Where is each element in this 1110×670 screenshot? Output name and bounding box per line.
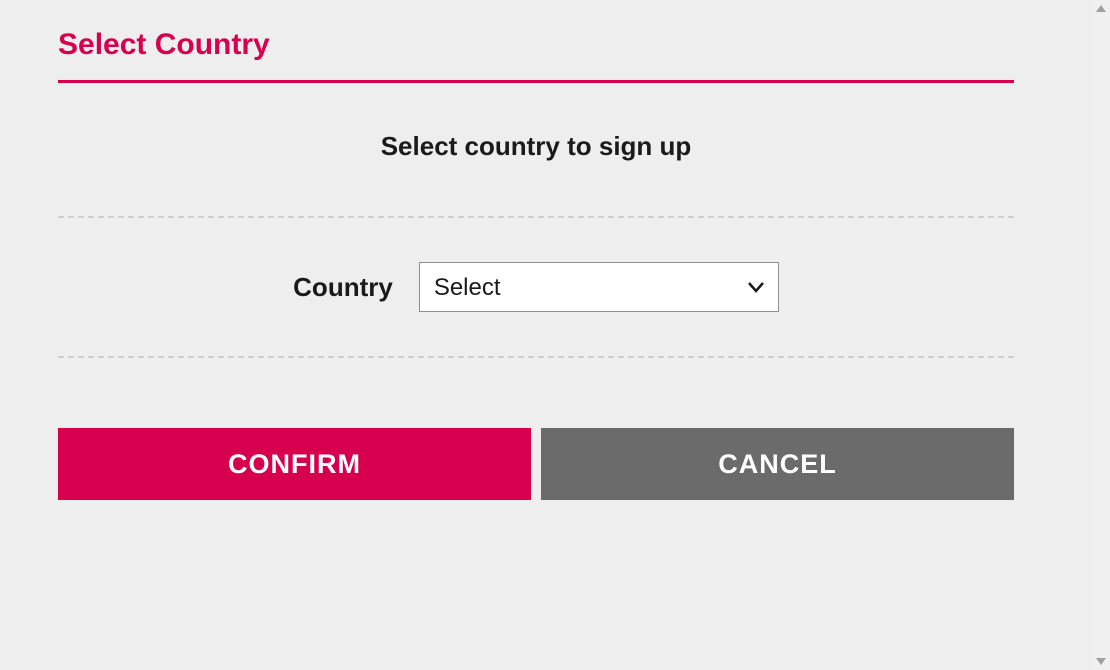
country-label: Country: [293, 272, 393, 303]
scrollbar[interactable]: [1092, 0, 1110, 670]
country-select-value: Select: [420, 263, 778, 313]
page-title: Select Country: [58, 20, 1014, 80]
select-country-panel: Select Country Select country to sign up…: [0, 0, 1072, 500]
country-select[interactable]: Select: [419, 262, 779, 312]
country-field-row: Country Select: [58, 218, 1014, 356]
cancel-button[interactable]: CANCEL: [541, 428, 1014, 500]
scrollbar-arrow-down-icon[interactable]: [1092, 652, 1110, 670]
confirm-button[interactable]: CONFIRM: [58, 428, 531, 500]
scrollbar-arrow-up-icon[interactable]: [1092, 0, 1110, 18]
button-row: CONFIRM CANCEL: [58, 358, 1014, 500]
subtitle: Select country to sign up: [58, 83, 1014, 216]
